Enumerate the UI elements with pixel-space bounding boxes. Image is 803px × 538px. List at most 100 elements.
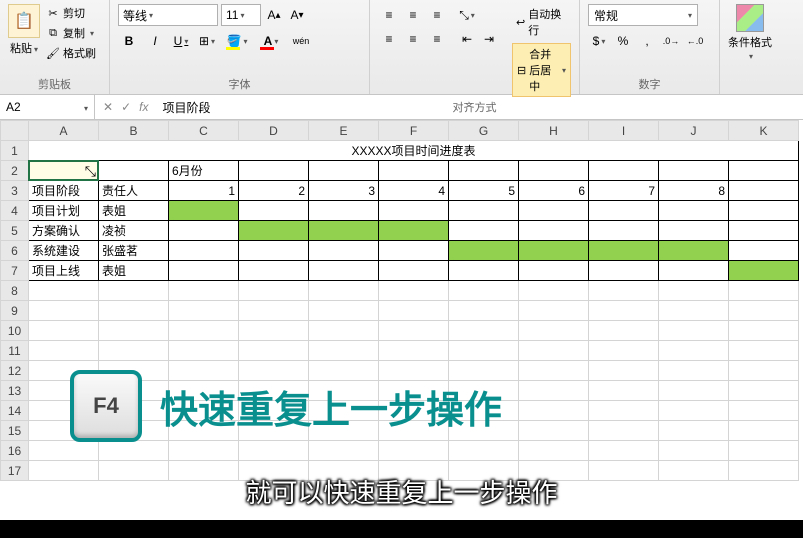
cell-B7[interactable]: 表姐 xyxy=(99,261,169,281)
cell-K2[interactable] xyxy=(729,161,799,181)
cell-E9[interactable] xyxy=(309,301,379,321)
col-header-B[interactable]: B xyxy=(99,121,169,141)
cell-A9[interactable] xyxy=(29,301,99,321)
cell-J2[interactable] xyxy=(659,161,729,181)
font-size-select[interactable]: 11 xyxy=(221,4,261,26)
cell-C9[interactable] xyxy=(169,301,239,321)
cell-C3[interactable]: 1 xyxy=(169,181,239,201)
cell-J6[interactable] xyxy=(659,241,729,261)
decrease-decimal-button[interactable]: ←.0 xyxy=(684,30,706,52)
row-header-7[interactable]: 7 xyxy=(1,261,29,281)
cell-F2[interactable] xyxy=(379,161,449,181)
cell-E7[interactable] xyxy=(309,261,379,281)
cell-D10[interactable] xyxy=(239,321,309,341)
cell-J5[interactable] xyxy=(659,221,729,241)
cell-I5[interactable] xyxy=(589,221,659,241)
cut-button[interactable]: ✂剪切 xyxy=(44,4,98,22)
cell-K12[interactable] xyxy=(729,361,799,381)
cell-C8[interactable] xyxy=(169,281,239,301)
increase-indent-button[interactable]: ⇥ xyxy=(478,28,500,50)
col-header-I[interactable]: I xyxy=(589,121,659,141)
cell-I12[interactable] xyxy=(589,361,659,381)
cell-F16[interactable] xyxy=(379,441,449,461)
cell-K10[interactable] xyxy=(729,321,799,341)
format-painter-button[interactable]: 🖌格式刷 xyxy=(44,44,98,62)
cell-D2[interactable] xyxy=(239,161,309,181)
cell-A5[interactable]: 方案确认 xyxy=(29,221,99,241)
cell-J7[interactable] xyxy=(659,261,729,281)
cell-G10[interactable] xyxy=(449,321,519,341)
phonetic-button[interactable]: wén xyxy=(290,30,312,52)
cell-E3[interactable]: 3 xyxy=(309,181,379,201)
cell-A3[interactable]: 项目阶段 xyxy=(29,181,99,201)
cell-D3[interactable]: 2 xyxy=(239,181,309,201)
cell-B10[interactable] xyxy=(99,321,169,341)
cell-H16[interactable] xyxy=(519,441,589,461)
cell-F4[interactable] xyxy=(379,201,449,221)
row-header-14[interactable]: 14 xyxy=(1,401,29,421)
cell-D8[interactable] xyxy=(239,281,309,301)
cell-I3[interactable]: 7 xyxy=(589,181,659,201)
col-header-A[interactable]: A xyxy=(29,121,99,141)
col-header-F[interactable]: F xyxy=(379,121,449,141)
row-header-12[interactable]: 12 xyxy=(1,361,29,381)
cell-C10[interactable] xyxy=(169,321,239,341)
cell-J12[interactable] xyxy=(659,361,729,381)
cell-K4[interactable] xyxy=(729,201,799,221)
orientation-button[interactable]: ⤡ xyxy=(456,4,478,26)
cell-D11[interactable] xyxy=(239,341,309,361)
cell-F11[interactable] xyxy=(379,341,449,361)
italic-button[interactable]: I xyxy=(144,30,166,52)
row-header-13[interactable]: 13 xyxy=(1,381,29,401)
cell-E6[interactable] xyxy=(309,241,379,261)
cell-H7[interactable] xyxy=(519,261,589,281)
cell-C6[interactable] xyxy=(169,241,239,261)
cell-I11[interactable] xyxy=(589,341,659,361)
cell-F9[interactable] xyxy=(379,301,449,321)
cell-H5[interactable] xyxy=(519,221,589,241)
cell-H6[interactable] xyxy=(519,241,589,261)
row-header-5[interactable]: 5 xyxy=(1,221,29,241)
cell-D5[interactable] xyxy=(239,221,309,241)
col-header-K[interactable]: K xyxy=(729,121,799,141)
cell-H3[interactable]: 6 xyxy=(519,181,589,201)
cell-B11[interactable] xyxy=(99,341,169,361)
cell-C11[interactable] xyxy=(169,341,239,361)
cell-G5[interactable] xyxy=(449,221,519,241)
paste-label[interactable]: 粘贴 xyxy=(10,40,38,56)
cell-B5[interactable]: 凌祯 xyxy=(99,221,169,241)
cell-B4[interactable]: 表姐 xyxy=(99,201,169,221)
cell-H10[interactable] xyxy=(519,321,589,341)
cell-B16[interactable] xyxy=(99,441,169,461)
cell-A8[interactable] xyxy=(29,281,99,301)
number-format-select[interactable]: 常规 xyxy=(588,4,698,26)
increase-decimal-button[interactable]: .0→ xyxy=(660,30,682,52)
cell-G11[interactable] xyxy=(449,341,519,361)
cell-E11[interactable] xyxy=(309,341,379,361)
cell-J4[interactable] xyxy=(659,201,729,221)
align-center-button[interactable]: ≡ xyxy=(402,28,424,50)
cell-C4[interactable] xyxy=(169,201,239,221)
cell-H4[interactable] xyxy=(519,201,589,221)
cell-B9[interactable] xyxy=(99,301,169,321)
bold-button[interactable]: B xyxy=(118,30,140,52)
cancel-formula-button[interactable]: ✕ xyxy=(103,100,113,114)
percent-button[interactable]: % xyxy=(612,30,634,52)
confirm-formula-button[interactable]: ✓ xyxy=(121,100,131,114)
formula-input[interactable]: 项目阶段 xyxy=(156,99,803,116)
cell-E5[interactable] xyxy=(309,221,379,241)
select-all-corner[interactable] xyxy=(1,121,29,141)
underline-button[interactable]: U xyxy=(170,30,192,52)
row-header-3[interactable]: 3 xyxy=(1,181,29,201)
cell-C7[interactable] xyxy=(169,261,239,281)
cell-D16[interactable] xyxy=(239,441,309,461)
name-box[interactable]: A2 xyxy=(0,95,95,119)
row-header-15[interactable]: 15 xyxy=(1,421,29,441)
cell-J14[interactable] xyxy=(659,401,729,421)
cell-B8[interactable] xyxy=(99,281,169,301)
row-header-8[interactable]: 8 xyxy=(1,281,29,301)
cell-D9[interactable] xyxy=(239,301,309,321)
cell-E4[interactable] xyxy=(309,201,379,221)
cell-A10[interactable] xyxy=(29,321,99,341)
increase-font-button[interactable]: A▴ xyxy=(264,5,284,25)
